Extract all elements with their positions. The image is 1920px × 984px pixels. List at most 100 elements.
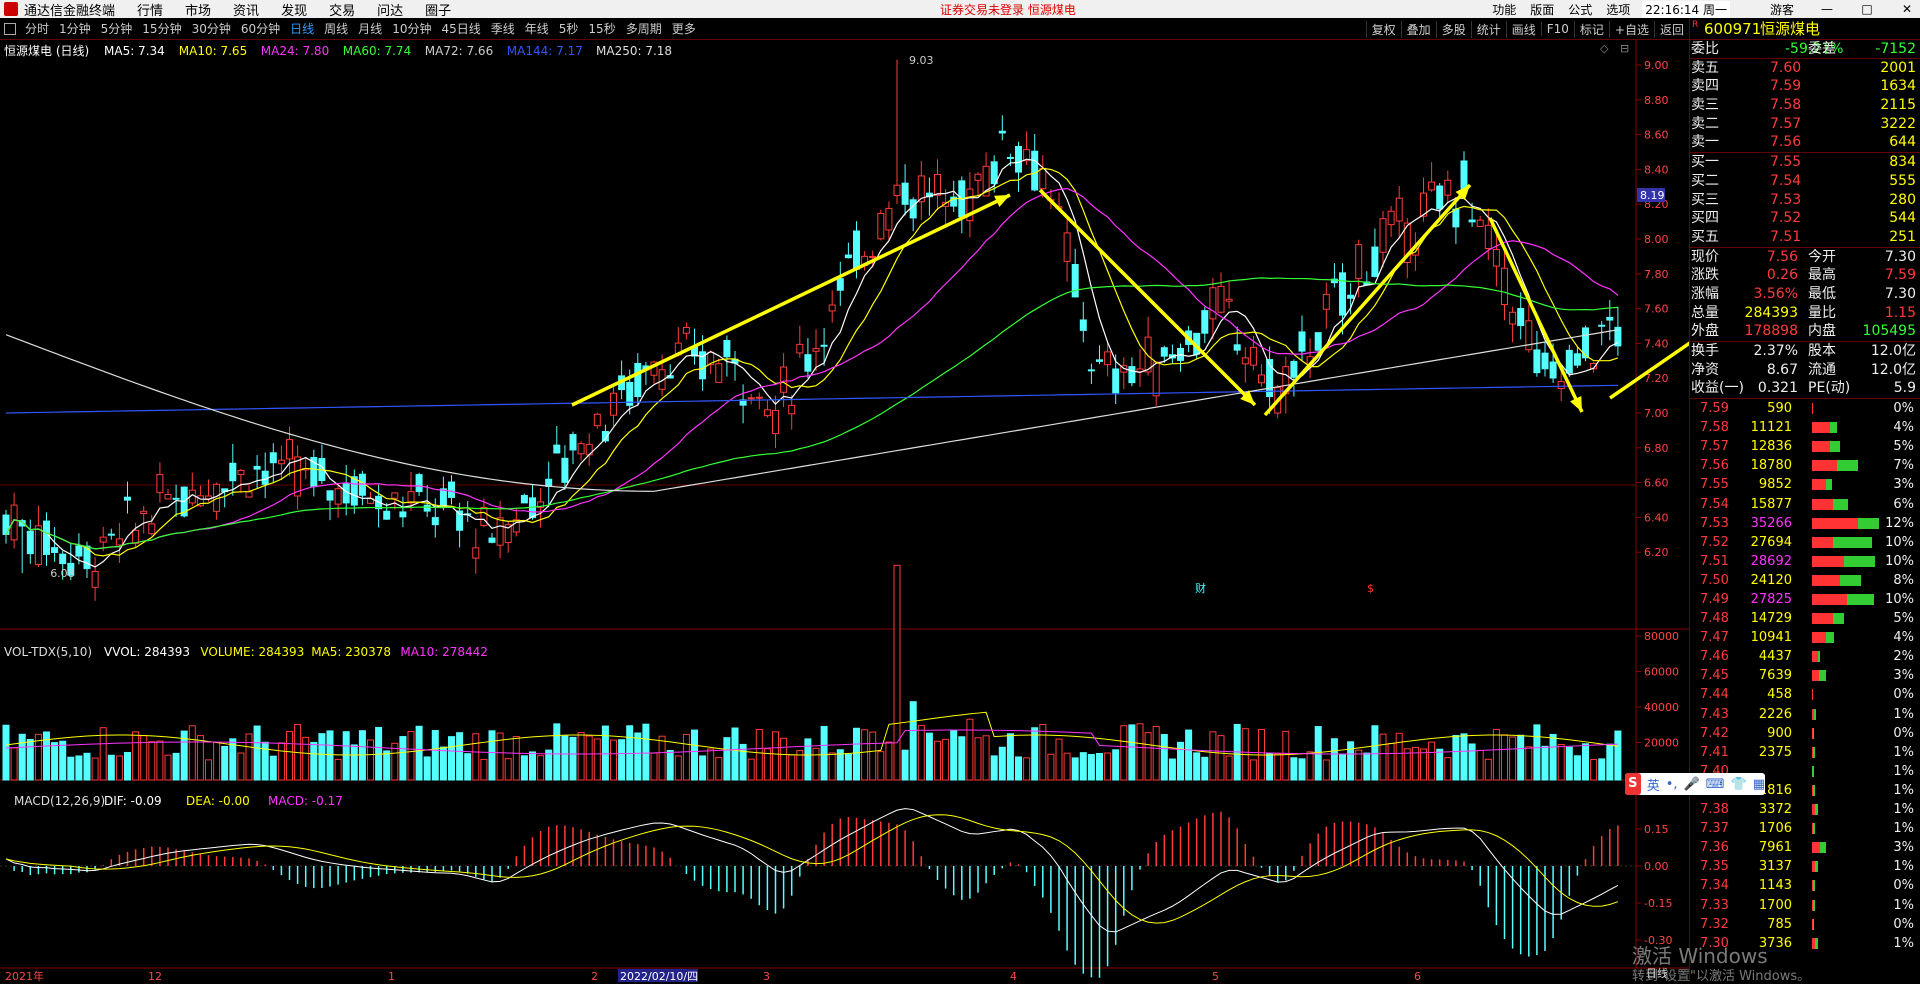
depth-row[interactable]: 7.49 27825 10% — [1690, 590, 1920, 609]
candle-body — [229, 462, 237, 482]
depth-row[interactable]: 7.37 1706 1% — [1690, 819, 1920, 838]
panel-toggle-icon[interactable] — [4, 22, 16, 35]
candle-body — [1217, 285, 1225, 313]
vol-bar — [1023, 757, 1031, 781]
buys-row[interactable]: 买二 7.54 555 — [1690, 172, 1920, 191]
tool-7[interactable]: +自选 — [1608, 20, 1654, 38]
period-7[interactable]: 周线 — [324, 20, 348, 37]
candle-body — [836, 278, 844, 291]
ime-lang[interactable]: 英 — [1647, 775, 1660, 794]
sells-row[interactable]: 卖二 7.57 3222 — [1690, 115, 1920, 134]
depth-row[interactable]: 7.52 27694 10% — [1690, 533, 1920, 552]
ime-toolbar[interactable]: S 英 •, 🎤 ⌨ 👕 ▦ — [1625, 773, 1765, 795]
buys-row[interactable]: 买一 7.55 834 — [1690, 153, 1920, 172]
depth-row[interactable]: 7.33 1700 1% — [1690, 896, 1920, 915]
depth-pct: 10% — [1885, 592, 1914, 607]
tool-0[interactable]: 复权 — [1365, 20, 1401, 38]
period-11[interactable]: 季线 — [491, 20, 515, 37]
tool-5[interactable]: F10 — [1540, 22, 1574, 36]
depth-row[interactable]: 7.36 7961 3% — [1690, 838, 1920, 857]
period-10[interactable]: 45日线 — [441, 20, 480, 37]
depth-row[interactable]: 7.42 900 0% — [1690, 724, 1920, 743]
tool-3[interactable]: 统计 — [1470, 20, 1506, 38]
kline-chart[interactable]: 9.008.808.608.408.208.007.807.607.407.20… — [0, 40, 1689, 982]
depth-price: 7.44 — [1700, 687, 1729, 703]
depth-row[interactable]: 7.53 35266 12% — [1690, 514, 1920, 533]
depth-row[interactable]: 7.58 11121 4% — [1690, 418, 1920, 437]
depth-row[interactable]: 7.50 24120 8% — [1690, 571, 1920, 590]
expand-icon[interactable]: ◇ — [1600, 42, 1609, 55]
period-3[interactable]: 15分钟 — [142, 20, 181, 37]
tool-1[interactable]: 叠加 — [1400, 20, 1436, 38]
depth-row[interactable]: 7.55 9852 3% — [1690, 475, 1920, 494]
punct-icon[interactable]: •, — [1666, 777, 1678, 792]
window-minimize-icon[interactable]: — — [1814, 2, 1840, 16]
dea-line — [5, 814, 1619, 924]
tool-4[interactable]: 画线 — [1505, 20, 1541, 38]
tool-8[interactable]: 返回 — [1653, 20, 1689, 38]
menu-function[interactable]: 功能 — [1492, 1, 1516, 18]
depth-row[interactable]: 7.35 3137 1% — [1690, 857, 1920, 876]
fin-value: 8.67 — [1766, 361, 1798, 378]
vol-bar — [853, 727, 860, 781]
user-label[interactable]: 游客 — [1770, 1, 1794, 18]
grid-icon[interactable]: ▦ — [1753, 777, 1765, 792]
period-13[interactable]: 5秒 — [559, 20, 579, 37]
sells-row[interactable]: 卖一 7.56 644 — [1690, 133, 1920, 152]
menu-layout[interactable]: 版面 — [1530, 1, 1554, 18]
buys-row[interactable]: 买四 7.52 544 — [1690, 209, 1920, 228]
depth-row[interactable]: 7.59 590 0% — [1690, 399, 1920, 418]
depth-row[interactable]: 7.32 785 0% — [1690, 915, 1920, 934]
tool-2[interactable]: 多股 — [1435, 20, 1471, 38]
mic-icon[interactable]: 🎤 — [1684, 777, 1700, 792]
skin-icon[interactable]: 👕 — [1731, 777, 1747, 792]
depth-row[interactable]: 7.54 15877 6% — [1690, 495, 1920, 514]
candle-body — [844, 254, 852, 259]
vol-bar — [1128, 724, 1136, 781]
buys-row[interactable]: 买三 7.53 280 — [1690, 191, 1920, 210]
menu-item-1[interactable]: 市场 — [185, 0, 211, 19]
depth-row[interactable]: 7.43 2226 1% — [1690, 705, 1920, 724]
depth-row[interactable]: 7.56 18780 7% — [1690, 456, 1920, 475]
depth-row[interactable]: 7.51 28692 10% — [1690, 552, 1920, 571]
depth-row[interactable]: 7.41 2375 1% — [1690, 743, 1920, 762]
period-6[interactable]: 日线 — [290, 20, 314, 37]
menu-item-4[interactable]: 交易 — [329, 0, 355, 19]
window-close-icon[interactable]: ✕ — [1894, 2, 1920, 16]
depth-row[interactable]: 7.34 1143 0% — [1690, 876, 1920, 895]
period-5[interactable]: 60分钟 — [241, 20, 280, 37]
period-8[interactable]: 月线 — [358, 20, 382, 37]
buys-row[interactable]: 买五 7.51 251 — [1690, 228, 1920, 247]
menu-item-2[interactable]: 资讯 — [233, 0, 259, 19]
depth-row[interactable]: 7.57 12836 5% — [1690, 437, 1920, 456]
period-15[interactable]: 多周期 — [626, 20, 662, 37]
period-16[interactable]: 更多 — [672, 20, 696, 37]
period-1[interactable]: 1分钟 — [59, 20, 91, 37]
period-12[interactable]: 年线 — [525, 20, 549, 37]
sells-row[interactable]: 卖五 7.60 2001 — [1690, 59, 1920, 78]
period-14[interactable]: 15秒 — [588, 20, 615, 37]
depth-row[interactable]: 7.47 10941 4% — [1690, 628, 1920, 647]
menu-item-3[interactable]: 发现 — [281, 0, 307, 19]
depth-row[interactable]: 7.45 7639 3% — [1690, 666, 1920, 685]
depth-row[interactable]: 7.46 4437 2% — [1690, 647, 1920, 666]
sells-row[interactable]: 卖四 7.59 1634 — [1690, 77, 1920, 96]
menu-item-0[interactable]: 行情 — [137, 0, 163, 19]
tool-6[interactable]: 标记 — [1573, 20, 1609, 38]
window-maximize-icon[interactable]: □ — [1854, 2, 1880, 16]
depth-row[interactable]: 7.48 14729 5% — [1690, 609, 1920, 628]
menu-item-6[interactable]: 圈子 — [425, 0, 451, 19]
period-9[interactable]: 10分钟 — [392, 20, 431, 37]
menu-formula[interactable]: 公式 — [1568, 1, 1592, 18]
period-0[interactable]: 分时 — [25, 20, 49, 37]
period-4[interactable]: 30分钟 — [192, 20, 231, 37]
menu-options[interactable]: 选项 — [1606, 1, 1630, 18]
keyboard-icon[interactable]: ⌨ — [1706, 777, 1725, 792]
menu-item-5[interactable]: 问达 — [377, 0, 403, 19]
collapse-icon[interactable]: ⊟ — [1620, 42, 1629, 55]
depth-row[interactable]: 7.44 458 0% — [1690, 685, 1920, 704]
depth-row[interactable]: 7.38 3372 1% — [1690, 800, 1920, 819]
depth-pct: 0% — [1893, 725, 1914, 741]
period-2[interactable]: 5分钟 — [101, 20, 133, 37]
sells-row[interactable]: 卖三 7.58 2115 — [1690, 96, 1920, 115]
